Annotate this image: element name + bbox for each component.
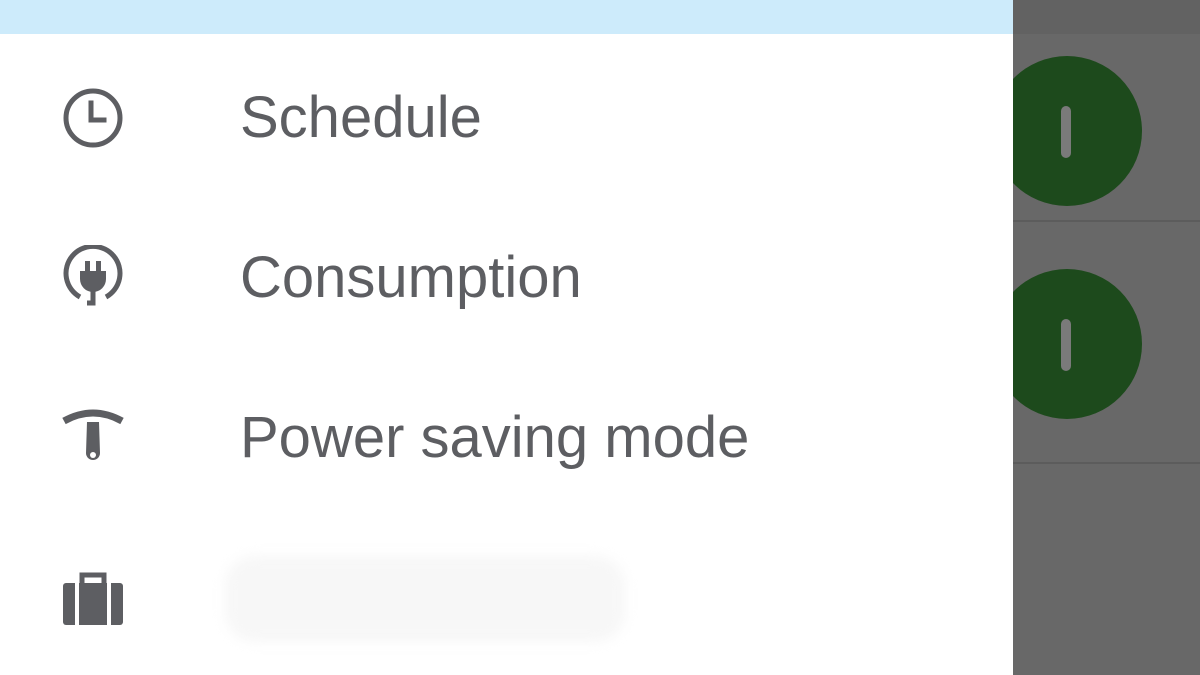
screen: Schedule Consumption Power saving mode [0,0,1200,675]
drawer-header [0,0,1013,34]
obscured-label [225,556,625,642]
menu-item-schedule[interactable]: Schedule [0,38,1013,198]
briefcase-icon [60,565,126,631]
menu-item-label: Consumption [240,245,582,310]
gauge-icon [60,405,126,471]
plug-icon [60,245,126,311]
power-icon [1061,319,1071,371]
menu-item-label: Power saving mode [240,405,750,470]
clock-icon [60,85,126,151]
menu-item-power-saving-mode[interactable]: Power saving mode [0,358,1013,518]
navigation-drawer: Schedule Consumption Power saving mode [0,0,1013,675]
menu-item-obscured[interactable] [0,518,1013,675]
background-app-toolbar [1013,0,1200,34]
power-icon [1061,106,1071,158]
power-toggle-button[interactable] [992,269,1142,419]
menu-item-consumption[interactable]: Consumption [0,198,1013,358]
menu-item-label: Schedule [240,85,482,150]
power-toggle-button[interactable] [992,56,1142,206]
